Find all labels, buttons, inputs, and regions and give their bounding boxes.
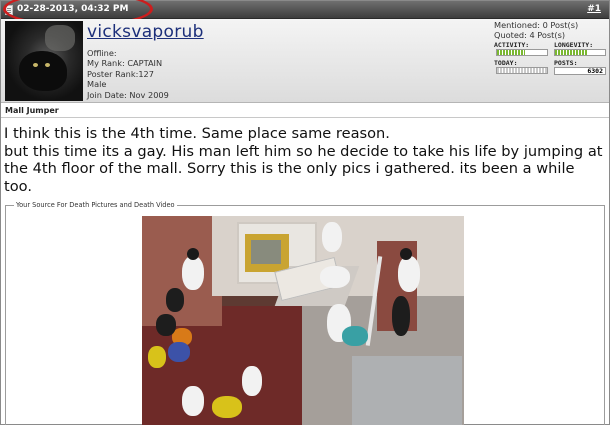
user-rank: My Rank: CAPTAIN — [87, 58, 163, 69]
today-label: TODAY: — [494, 59, 518, 67]
forum-post: 02-28-2013, 04:32 PM #1 vicksvaporub Off… — [0, 0, 610, 425]
online-status: Offline: — [87, 48, 117, 58]
activity-bar — [496, 49, 548, 56]
longevity-label: LONGEVITY: — [554, 41, 594, 49]
user-info-panel: vicksvaporub Offline: My Rank: CAPTAIN P… — [1, 19, 609, 103]
post-document-icon — [5, 5, 13, 15]
post-message: I think this is the 4th time. Same place… — [4, 125, 604, 195]
avatar[interactable] — [5, 21, 83, 101]
user-details: Offline: My Rank: CAPTAIN Poster Rank:12… — [87, 48, 169, 100]
post-permalink[interactable]: #1 — [587, 4, 601, 14]
today-bar — [496, 67, 548, 74]
post-date: 02-28-2013, 04:32 PM — [17, 4, 129, 14]
mall-photo[interactable] — [142, 216, 464, 425]
posts-label: POSTS: — [554, 59, 578, 67]
username-link[interactable]: vicksvaporub — [87, 22, 204, 42]
user-gender: Male — [87, 79, 107, 90]
source-legend: Your Source For Death Pictures and Death… — [14, 201, 177, 209]
message-line-2: but this time its a gay. His man left hi… — [4, 142, 603, 195]
posts-count: 6302 — [554, 67, 606, 75]
post-header-bar: 02-28-2013, 04:32 PM #1 — [1, 1, 609, 19]
mentioned-count[interactable]: Mentioned: 0 Post(s) — [494, 20, 606, 30]
message-line-1: I think this is the 4th time. Same place… — [4, 125, 390, 142]
activity-label: ACTIVITY: — [494, 41, 530, 49]
poster-rank: Poster Rank:127 — [87, 68, 154, 79]
longevity-bar — [554, 49, 606, 56]
post-title: Mall Jumper — [5, 106, 59, 115]
quoted-count[interactable]: Quoted: 4 Post(s) — [494, 30, 606, 40]
mention-stats: Mentioned: 0 Post(s) Quoted: 4 Post(s) — [494, 20, 606, 40]
divider — [1, 117, 609, 118]
source-fieldset: Your Source For Death Pictures and Death… — [5, 201, 605, 425]
join-date: Join Date: Nov 2009 — [87, 89, 169, 100]
